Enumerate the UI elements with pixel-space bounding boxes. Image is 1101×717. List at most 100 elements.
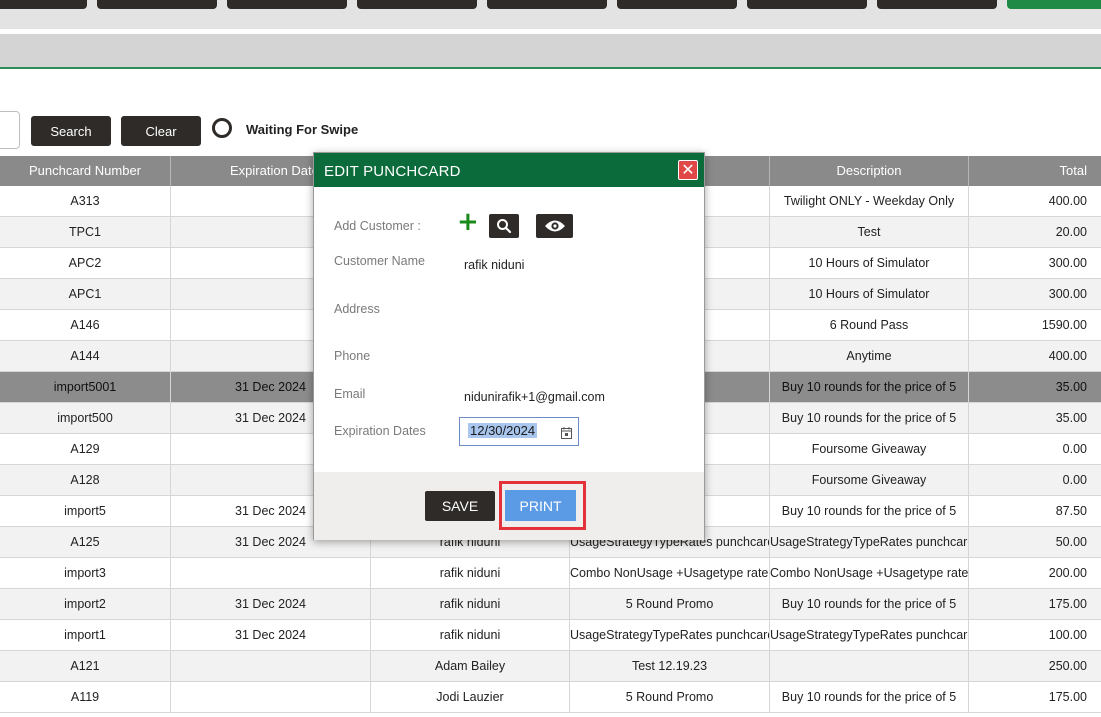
cell-description: Combo NonUsage +Usagetype rate 2 [770,558,969,589]
cell-total: 175.00 [1048,597,1087,611]
phone-label: Phone [334,349,371,363]
cell-expiration-date [171,558,371,589]
cell-total: 300.00 [1048,287,1087,301]
cell-customer: rafik niduni [371,558,570,589]
cell-description: Buy 10 rounds for the price of 5 [770,682,969,713]
cell-total: 0.00 [1062,442,1087,456]
plus-icon[interactable]: + [457,209,479,235]
cell-total: 35.00 [1055,411,1087,425]
cell-punchcard-number: APC1 [0,279,171,310]
save-button[interactable]: SAVE [425,491,495,521]
cell-total: 250.00 [1048,659,1087,673]
cell-description: Buy 10 rounds for the price of 5 [770,372,969,403]
cell-punchcard-number: TPC1 [0,217,171,248]
cell-total: 300.00 [1048,256,1087,270]
cell-punchcard-number: import5001 [0,372,171,403]
cell-customer: Adam Bailey [371,651,570,682]
cell-expiration-date [171,682,371,713]
top-nav-button[interactable] [877,0,997,9]
table-row[interactable]: import1 31 Dec 2024 rafik niduni UsageStrat… [0,620,1101,651]
email-value: nidunirafik+1@gmail.com [464,390,605,404]
cell-punchcard-number: A144 [0,341,171,372]
cell-description: UsageStrategyTypeRates punchcard 1 [770,620,969,651]
column-header-description[interactable]: Description [770,156,969,186]
clear-button[interactable]: Clear [121,116,201,146]
cell-description: 10 Hours of Simulator [770,248,969,279]
top-nav-button[interactable] [617,0,737,9]
cell-total: 175.00 [1048,690,1087,704]
top-nav-button[interactable] [227,0,347,9]
cell-punchcard-type: 5 Round Promo [570,682,770,713]
print-button[interactable]: PRINT [505,490,576,521]
top-nav-bar [0,0,1101,29]
close-icon[interactable]: ✕ [678,160,698,180]
cell-description: Buy 10 rounds for the price of 5 [770,496,969,527]
cell-description: Twilight ONLY - Weekday Only [770,186,969,217]
table-row[interactable]: import2 31 Dec 2024 rafik niduni 5 Round Pr… [0,589,1101,620]
search-icon[interactable] [489,214,519,238]
cell-customer: rafik niduni [371,620,570,651]
cell-description: Anytime [770,341,969,372]
cell-total: 100.00 [1048,628,1087,642]
top-nav-button[interactable] [0,0,87,9]
cell-total: 35.00 [1055,380,1087,394]
cell-total: 400.00 [1048,194,1087,208]
expiration-date-value: 12/30/2024 [468,423,538,438]
dialog-title: EDIT PUNCHCARD [314,153,704,187]
cell-total: 400.00 [1048,349,1087,363]
table-row[interactable]: import3 rafik niduni Combo NonUsage +Usage… [0,558,1101,589]
top-nav-button[interactable] [97,0,217,9]
expiration-date-input[interactable]: 12/30/2024 [459,417,579,446]
eye-icon[interactable] [536,214,573,238]
customer-name-value: rafik niduni [464,258,525,272]
search-button[interactable]: Search [31,116,111,146]
cell-punchcard-number: A121 [0,651,171,682]
cell-punchcard-number: import5 [0,496,171,527]
cell-punchcard-number: A119 [0,682,171,713]
swipe-status-label: Waiting For Swipe [246,122,359,137]
edit-punchcard-dialog: EDIT PUNCHCARD ✕ Add Customer : + Custom… [313,152,705,540]
column-header-total[interactable]: Total [969,156,1101,186]
cell-description: UsageStrategyTypeRates punchcard 1 [770,527,969,558]
expiration-dates-label: Expiration Dates [334,424,426,438]
cell-total: 50.00 [1055,535,1087,549]
cell-description: Test [770,217,969,248]
cell-punchcard-number: import3 [0,558,171,589]
cell-punchcard-number: import2 [0,589,171,620]
cell-total: 20.00 [1055,225,1087,239]
cell-punchcard-number: A128 [0,465,171,496]
top-nav-button[interactable] [357,0,477,9]
cell-customer: Jodi Lauzier [371,682,570,713]
calendar-icon[interactable] [561,426,572,444]
cell-expiration-date: 31 Dec 2024 [171,620,371,651]
table-row[interactable]: A119 Jodi Lauzier 5 Round Promo Buy 10 roun… [0,682,1101,713]
cell-description: Buy 10 rounds for the price of 5 [770,403,969,434]
cell-punchcard-number: A129 [0,434,171,465]
cell-punchcard-number: A125 [0,527,171,558]
add-customer-label: Add Customer : [334,219,421,233]
cell-punchcard-number: APC2 [0,248,171,279]
cell-description: 6 Round Pass [770,310,969,341]
cell-punchcard-type: UsageStrategyTypeRates punchcard 1 [570,620,770,651]
top-nav-action-button[interactable] [1007,0,1101,9]
cell-punchcard-type: Combo NonUsage +Usagetype rate 2 [570,558,770,589]
cell-customer: rafik niduni [371,589,570,620]
cell-description [770,651,969,682]
cell-total: 0.00 [1062,473,1087,487]
column-header-punchcard-number[interactable]: Punchcard Number [0,156,171,186]
cell-total: 1590.00 [1041,318,1087,332]
cell-punchcard-number: import500 [0,403,171,434]
cell-expiration-date: 31 Dec 2024 [171,589,371,620]
cell-total: 200.00 [1048,566,1087,580]
customer-name-label: Customer Name [334,254,425,268]
table-row[interactable]: A121 Adam Bailey Test 12.19.23 250.00 [0,651,1101,682]
cell-total: 87.50 [1055,504,1087,518]
top-nav-button[interactable] [747,0,867,9]
cell-punchcard-number: import1 [0,620,171,651]
search-input[interactable] [0,111,20,149]
top-nav-button[interactable] [487,0,607,9]
cell-description: Buy 10 rounds for the price of 5 [770,589,969,620]
cell-expiration-date [171,651,371,682]
sub-header-bar [0,34,1101,69]
cell-description: Foursome Giveaway [770,465,969,496]
